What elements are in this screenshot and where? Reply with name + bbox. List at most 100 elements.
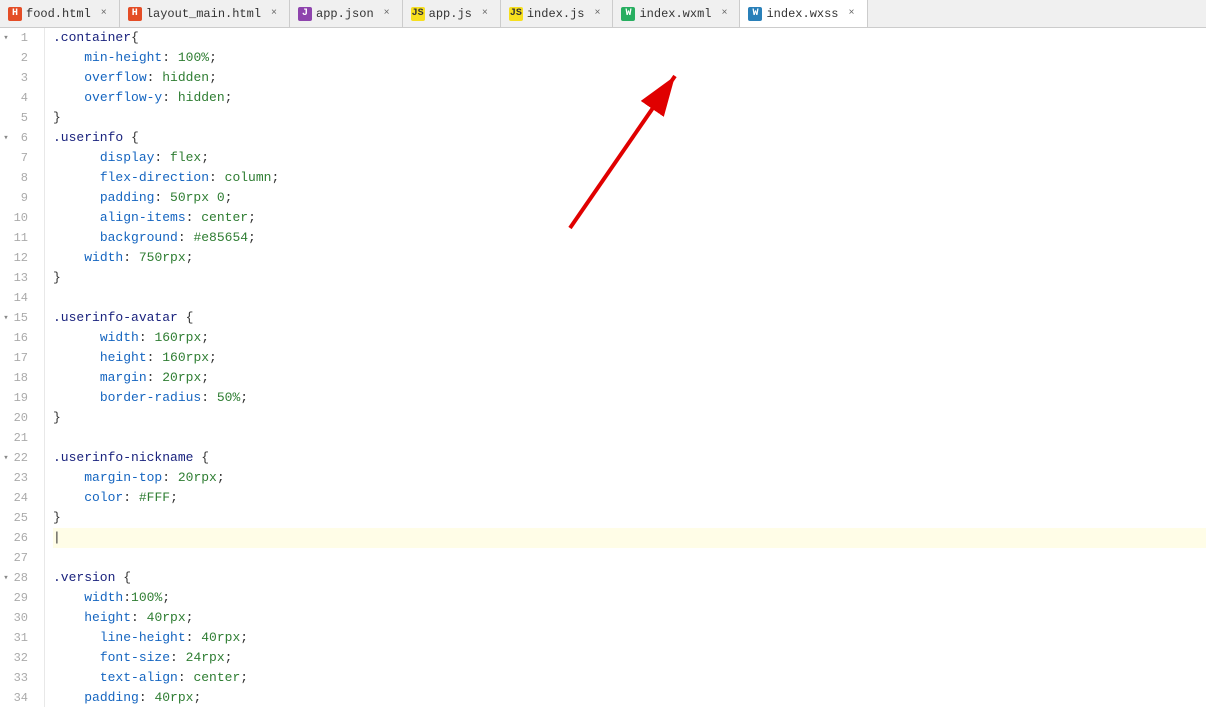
token-colon: : bbox=[162, 468, 178, 488]
line-number-21: 21 bbox=[0, 428, 36, 448]
tab-label: layout_main.html bbox=[146, 7, 261, 21]
token-property: height bbox=[84, 608, 131, 628]
token-property: min-height bbox=[84, 48, 162, 68]
token-indent bbox=[53, 628, 100, 648]
code-line-34: padding: 40rpx; bbox=[53, 688, 1206, 707]
tab-label: app.json bbox=[316, 7, 374, 21]
token-value: #e85654 bbox=[193, 228, 248, 248]
token-semicolon: ; bbox=[201, 148, 209, 168]
token-property: width bbox=[84, 588, 123, 608]
token-indent bbox=[53, 328, 100, 348]
token-colon: : bbox=[147, 348, 163, 368]
token-brace: { bbox=[131, 128, 139, 148]
token-brace: } bbox=[53, 508, 61, 528]
fold-icon-15[interactable]: ▾ bbox=[0, 312, 12, 324]
token-value: 100% bbox=[131, 588, 162, 608]
token-property: height bbox=[100, 348, 147, 368]
wxml-tab-icon: W bbox=[621, 7, 635, 21]
fold-icon-1[interactable]: ▾ bbox=[0, 32, 12, 44]
token-colon: : bbox=[147, 68, 163, 88]
tab-app-js[interactable]: JS app.js × bbox=[403, 0, 501, 28]
token-property: padding bbox=[100, 188, 155, 208]
token-colon: : bbox=[123, 248, 139, 268]
tab-index-wxss[interactable]: Windex.wxss× bbox=[740, 0, 867, 28]
token-indent bbox=[53, 468, 84, 488]
token-semicolon: ; bbox=[248, 228, 256, 248]
code-line-32: font-size: 24rpx; bbox=[53, 648, 1206, 668]
tab-app-json[interactable]: Japp.json× bbox=[290, 0, 403, 28]
tab-close-button[interactable]: × bbox=[478, 7, 492, 21]
code-line-2: min-height: 100%; bbox=[53, 48, 1206, 68]
tab-close-button[interactable]: × bbox=[267, 7, 281, 21]
line-number-11: 11 bbox=[0, 228, 36, 248]
fold-icon-22[interactable]: ▾ bbox=[0, 452, 12, 464]
code-line-29: width:100%; bbox=[53, 588, 1206, 608]
code-line-5: } bbox=[53, 108, 1206, 128]
token-value: center bbox=[201, 208, 248, 228]
code-line-12: width: 750rpx; bbox=[53, 248, 1206, 268]
token-semicolon: ; bbox=[225, 88, 233, 108]
code-line-14 bbox=[53, 288, 1206, 308]
line-number-25: 25 bbox=[0, 508, 36, 528]
tab-close-button[interactable]: × bbox=[97, 7, 111, 21]
token-indent bbox=[53, 188, 100, 208]
token-property: width bbox=[84, 248, 123, 268]
token-property: margin-top bbox=[84, 468, 162, 488]
line-number-14: 14 bbox=[0, 288, 36, 308]
code-content[interactable]: .container{ min-height: 100%; overflow: … bbox=[45, 28, 1206, 707]
fold-icon-28[interactable]: ▾ bbox=[0, 572, 12, 584]
js-tab-icon: JS bbox=[411, 7, 425, 21]
tab-label: app.js bbox=[429, 7, 472, 21]
editor-container: ▾12345▾67891011121314▾15161718192021▾222… bbox=[0, 28, 1206, 707]
token-property: display bbox=[100, 148, 155, 168]
token-semicolon: ; bbox=[240, 668, 248, 688]
code-line-10: align-items: center; bbox=[53, 208, 1206, 228]
token-property: width bbox=[100, 328, 139, 348]
code-line-1: .container{ bbox=[53, 28, 1206, 48]
code-line-18: margin: 20rpx; bbox=[53, 368, 1206, 388]
fold-icon-6[interactable]: ▾ bbox=[0, 132, 12, 144]
token-colon: : bbox=[162, 48, 178, 68]
token-semicolon: ; bbox=[209, 348, 217, 368]
code-line-20: } bbox=[53, 408, 1206, 428]
token-property: overflow-y bbox=[84, 88, 162, 108]
line-number-2: 2 bbox=[0, 48, 36, 68]
line-number-34: 34 bbox=[0, 688, 36, 707]
token-semicolon: ; bbox=[271, 168, 279, 188]
line-number-16: 16 bbox=[0, 328, 36, 348]
tab-close-button[interactable]: × bbox=[845, 7, 859, 21]
tab-close-button[interactable]: × bbox=[590, 7, 604, 21]
line-number-19: 19 bbox=[0, 388, 36, 408]
code-line-25: } bbox=[53, 508, 1206, 528]
code-line-22: .userinfo-nickname { bbox=[53, 448, 1206, 468]
line-number-gutter: ▾12345▾67891011121314▾15161718192021▾222… bbox=[0, 28, 45, 707]
token-colon: : bbox=[123, 488, 139, 508]
token-brace: { bbox=[123, 568, 131, 588]
tab-food-html[interactable]: Hfood.html× bbox=[0, 0, 120, 28]
tab-close-button[interactable]: × bbox=[717, 7, 731, 21]
code-line-28: .version { bbox=[53, 568, 1206, 588]
line-number-8: 8 bbox=[0, 168, 36, 188]
token-value: 40rpx bbox=[201, 628, 240, 648]
token-property: border-radius bbox=[100, 388, 201, 408]
line-number-6: ▾6 bbox=[0, 128, 36, 148]
token-indent bbox=[53, 488, 84, 508]
code-line-8: flex-direction: column; bbox=[53, 168, 1206, 188]
token-selector: .container bbox=[53, 28, 131, 48]
token-semicolon: ; bbox=[248, 208, 256, 228]
token-indent bbox=[53, 608, 84, 628]
token-colon: : bbox=[131, 608, 147, 628]
tab-index-wxml[interactable]: Windex.wxml× bbox=[613, 0, 740, 28]
tab-layout-main-html[interactable]: Hlayout_main.html× bbox=[120, 0, 290, 28]
token-semicolon: ; bbox=[225, 648, 233, 668]
line-number-28: ▾28 bbox=[0, 568, 36, 588]
token-brace: { bbox=[186, 308, 194, 328]
token-semicolon: ; bbox=[201, 328, 209, 348]
tab-bar: Hfood.html×Hlayout_main.html×Japp.json×J… bbox=[0, 0, 1206, 28]
code-line-31: line-height: 40rpx; bbox=[53, 628, 1206, 648]
tab-close-button[interactable]: × bbox=[380, 7, 394, 21]
token-colon: : bbox=[154, 148, 170, 168]
line-number-12: 12 bbox=[0, 248, 36, 268]
tab-index-js[interactable]: JSindex.js× bbox=[501, 0, 614, 28]
line-number-3: 3 bbox=[0, 68, 36, 88]
